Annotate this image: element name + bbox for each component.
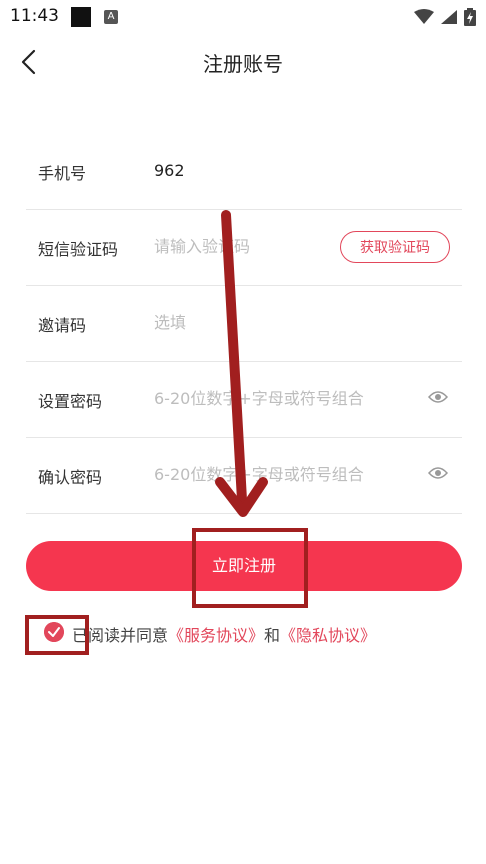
- eye-icon[interactable]: [428, 466, 448, 480]
- agreement-row: 已阅读并同意《服务协议》和《隐私协议》: [26, 614, 476, 650]
- confirm-password-input[interactable]: [154, 461, 414, 487]
- status-time: 11:43: [10, 6, 59, 26]
- status-icons: [414, 8, 476, 26]
- phone-label: 手机号: [38, 164, 87, 183]
- service-agreement-link[interactable]: 《服务协议》: [168, 626, 264, 645]
- phone-input[interactable]: [154, 157, 354, 183]
- phone-row: 手机号: [26, 134, 462, 210]
- invite-label: 邀请码: [38, 316, 87, 335]
- notification-square-icon: [71, 7, 91, 27]
- confirm-label: 确认密码: [38, 468, 103, 487]
- register-button[interactable]: 立即注册: [26, 541, 462, 591]
- sms-row: 短信验证码 获取验证码: [26, 210, 462, 286]
- eye-icon[interactable]: [428, 390, 448, 404]
- register-form: 手机号 短信验证码 获取验证码 邀请码 设置密码 确认密码: [26, 134, 462, 514]
- privacy-agreement-link[interactable]: 《隐私协议》: [280, 626, 376, 645]
- password-label: 设置密码: [38, 392, 103, 411]
- sms-label: 短信验证码: [38, 240, 119, 259]
- sms-code-input[interactable]: [154, 233, 354, 259]
- agreement-and: 和: [264, 626, 281, 645]
- a-badge-icon: A: [104, 10, 118, 24]
- invite-row: 邀请码: [26, 286, 462, 362]
- signal-icon: [441, 10, 457, 24]
- get-code-button[interactable]: 获取验证码: [340, 231, 450, 263]
- wifi-icon: [414, 9, 434, 24]
- nav-bar: 注册账号: [0, 34, 486, 90]
- status-bar: 11:43 A: [0, 0, 486, 34]
- agreement-text: 已阅读并同意《服务协议》和《隐私协议》: [72, 622, 376, 646]
- confirm-row: 确认密码: [26, 438, 462, 514]
- password-input[interactable]: [154, 385, 414, 411]
- invite-code-input[interactable]: [154, 309, 354, 335]
- battery-icon: [464, 8, 476, 26]
- password-row: 设置密码: [26, 362, 462, 438]
- page-title: 注册账号: [203, 52, 283, 76]
- agreement-prefix: 已阅读并同意: [72, 626, 169, 645]
- checkbox-checked-icon[interactable]: [44, 622, 64, 642]
